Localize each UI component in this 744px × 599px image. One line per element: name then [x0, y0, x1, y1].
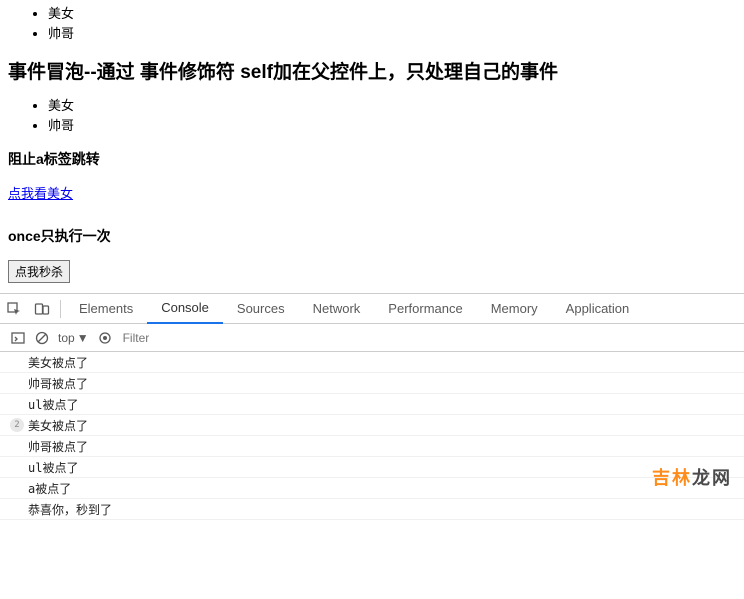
context-label: top [58, 331, 75, 345]
list-item[interactable]: 美女 [48, 4, 736, 24]
live-expression-icon[interactable] [93, 324, 117, 352]
devtools-tabs: Elements Console Sources Network Perform… [0, 294, 744, 324]
device-toggle-icon[interactable] [28, 294, 56, 324]
list-item[interactable]: 帅哥 [48, 24, 736, 44]
console-row[interactable]: 美女被点了 [0, 352, 744, 373]
console-row[interactable]: 帅哥被点了 [0, 436, 744, 457]
heading-once: once只执行一次 [8, 226, 736, 246]
console-row[interactable]: 2美女被点了 [0, 415, 744, 436]
tab-application[interactable]: Application [552, 294, 644, 324]
context-selector[interactable]: top ▼ [54, 331, 93, 345]
chevron-down-icon: ▼ [77, 331, 89, 345]
list-item[interactable]: 美女 [48, 96, 736, 116]
console-row[interactable]: 帅哥被点了 [0, 373, 744, 394]
console-row[interactable]: ul被点了 [0, 394, 744, 415]
clear-console-icon[interactable] [30, 324, 54, 352]
seckill-button[interactable]: 点我秒杀 [8, 260, 70, 283]
tab-elements[interactable]: Elements [65, 294, 147, 324]
devtools-panel: Elements Console Sources Network Perform… [0, 293, 744, 520]
console-row[interactable]: a被点了 [0, 478, 744, 499]
filter-input[interactable] [117, 329, 317, 347]
console-row[interactable]: ul被点了 [0, 457, 744, 478]
page-content: 美女 帅哥 事件冒泡--通过 事件修饰符 self加在父控件上，只处理自己的事件… [0, 4, 744, 293]
console-sidebar-toggle-icon[interactable] [6, 324, 30, 352]
tab-sources[interactable]: Sources [223, 294, 299, 324]
heading-prevent-anchor: 阻止a标签跳转 [8, 149, 736, 169]
tab-network[interactable]: Network [299, 294, 375, 324]
tab-console[interactable]: Console [147, 294, 223, 324]
heading-event-self: 事件冒泡--通过 事件修饰符 self加在父控件上，只处理自己的事件 [8, 57, 736, 84]
separator [60, 300, 61, 318]
console-row[interactable]: 恭喜你，秒到了 [0, 499, 744, 520]
list-2[interactable]: 美女 帅哥 [8, 96, 736, 135]
console-toolbar: top ▼ [0, 324, 744, 352]
tab-performance[interactable]: Performance [374, 294, 476, 324]
list-item[interactable]: 帅哥 [48, 116, 736, 136]
tab-memory[interactable]: Memory [477, 294, 552, 324]
list-1[interactable]: 美女 帅哥 [8, 4, 736, 43]
inspect-icon[interactable] [0, 294, 28, 324]
console-output: 美女被点了 帅哥被点了 ul被点了 2美女被点了 帅哥被点了 ul被点了 a被点… [0, 352, 744, 520]
link-view[interactable]: 点我看美女 [8, 183, 73, 202]
count-badge: 2 [10, 418, 24, 432]
